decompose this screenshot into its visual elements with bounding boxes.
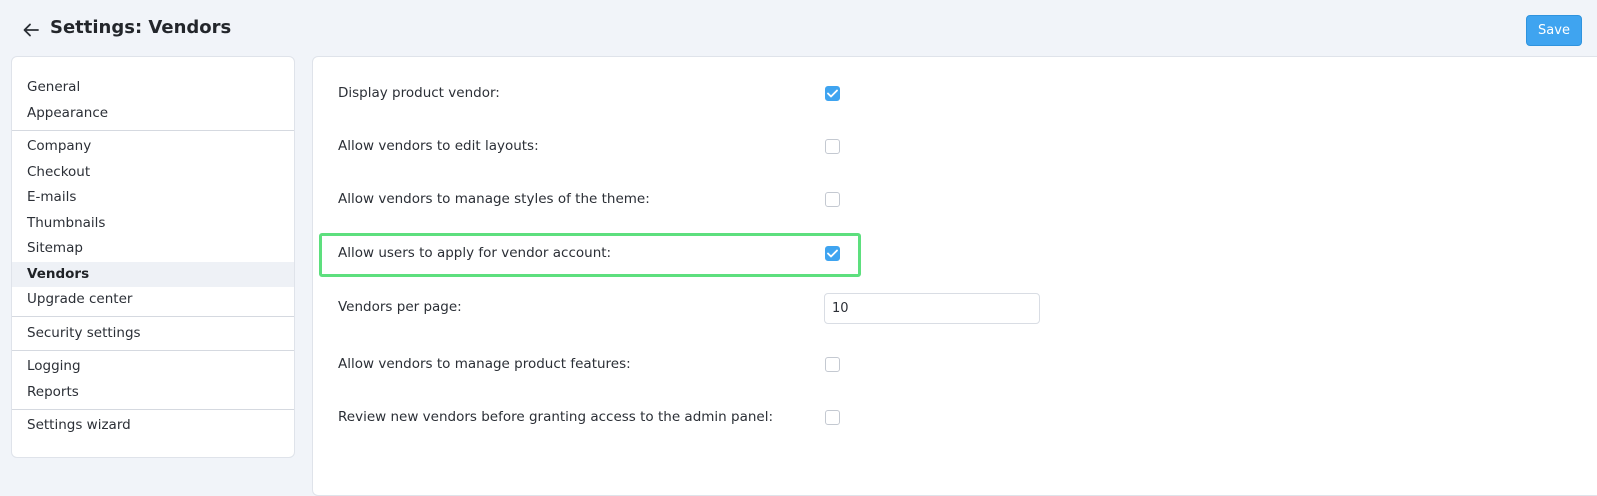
sidebar-item-logging[interactable]: Logging <box>12 354 294 380</box>
sidebar-divider <box>12 408 294 410</box>
allow-manage-styles-checkbox[interactable] <box>825 192 840 207</box>
sidebar-item-company[interactable]: Company <box>12 134 294 160</box>
back-button[interactable] <box>20 18 42 42</box>
setting-allow-manage-features: Allow vendors to manage product features… <box>313 350 1597 380</box>
checkmark-icon <box>827 89 838 98</box>
sidebar-item-general[interactable]: General <box>12 75 294 101</box>
review-new-vendors-checkbox[interactable] <box>825 410 840 425</box>
sidebar-divider <box>12 316 294 317</box>
sidebar-item-thumbnails[interactable]: Thumbnails <box>12 211 294 237</box>
display-product-vendor-checkbox[interactable] <box>825 86 840 101</box>
page-title: Settings: Vendors <box>50 17 232 38</box>
sidebar-item-security-settings[interactable]: Security settings <box>12 321 294 347</box>
settings-sidebar: General Appearance Company Checkout E-mails T… <box>11 56 295 458</box>
setting-allow-apply-vendor-account: Allow users to apply for vendor account: <box>313 239 1597 269</box>
save-button[interactable]: Save <box>1526 15 1582 46</box>
allow-apply-vendor-account-checkbox[interactable] <box>825 246 840 261</box>
sidebar-item-checkout[interactable]: Checkout <box>12 160 294 186</box>
sidebar-item-vendors[interactable]: Vendors <box>12 261 294 287</box>
setting-label: Allow vendors to manage product features… <box>338 356 631 372</box>
sidebar-divider <box>12 129 294 131</box>
setting-label: Display product vendor: <box>338 85 500 101</box>
setting-review-new-vendors: Review new vendors before granting acces… <box>313 403 1597 433</box>
sidebar-item-settings-wizard[interactable]: Settings wizard <box>12 413 294 439</box>
page-header: Settings: Vendors Save <box>0 0 1597 60</box>
sidebar-item-sitemap[interactable]: Sitemap <box>12 236 294 262</box>
allow-edit-layouts-checkbox[interactable] <box>825 139 840 154</box>
setting-allow-manage-styles: Allow vendors to manage styles of the th… <box>313 185 1597 215</box>
arrow-left-icon <box>23 23 39 37</box>
sidebar-item-upgrade-center[interactable]: Upgrade center <box>12 287 294 313</box>
checkmark-icon <box>827 249 838 258</box>
allow-manage-features-checkbox[interactable] <box>825 357 840 372</box>
setting-label: Review new vendors before granting acces… <box>338 409 774 425</box>
setting-label: Vendors per page: <box>338 299 462 315</box>
setting-display-product-vendor: Display product vendor: <box>313 79 1597 109</box>
setting-label: Allow users to apply for vendor account: <box>338 245 612 261</box>
vendors-per-page-input[interactable] <box>824 293 1040 324</box>
settings-form: Display product vendor: Allow vendors to… <box>312 56 1597 496</box>
sidebar-item-reports[interactable]: Reports <box>12 380 294 406</box>
sidebar-divider <box>12 349 294 351</box>
sidebar-item-appearance[interactable]: Appearance <box>12 101 294 127</box>
setting-label: Allow vendors to manage styles of the th… <box>338 191 650 207</box>
sidebar-item-e-mails[interactable]: E-mails <box>12 185 294 211</box>
setting-allow-edit-layouts: Allow vendors to edit layouts: <box>313 132 1597 162</box>
setting-label: Allow vendors to edit layouts: <box>338 138 539 154</box>
setting-vendors-per-page: Vendors per page: <box>313 293 1597 324</box>
